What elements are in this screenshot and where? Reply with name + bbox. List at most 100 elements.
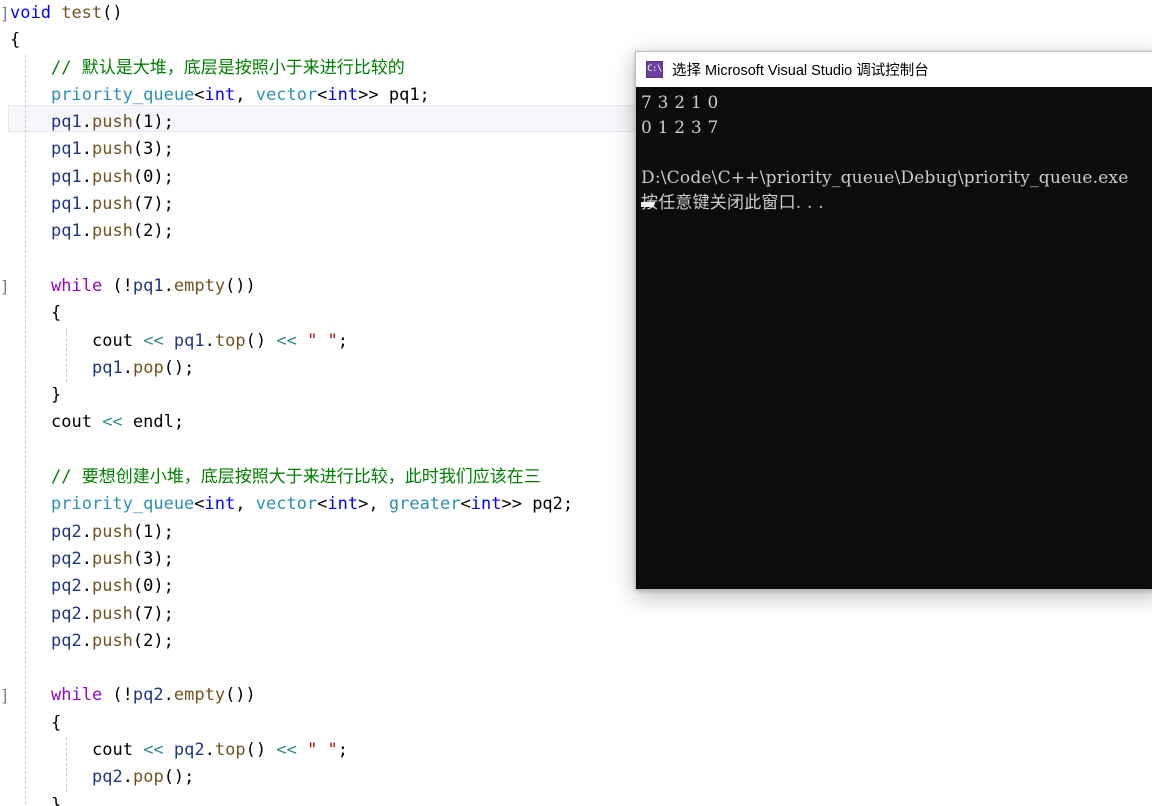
code-token-var: pq1 xyxy=(174,331,205,351)
code-token-var: pq2 xyxy=(51,576,82,596)
code-token-plain: () xyxy=(246,740,277,760)
code-token-var: pq1 xyxy=(51,167,82,187)
code-line-text: cout << pq2.top() << " "; xyxy=(10,740,348,760)
console-output-area[interactable]: 7 3 2 1 00 1 2 3 7 D:\Code\C++\priority_… xyxy=(636,87,1152,589)
code-token-plain: , xyxy=(235,85,255,105)
code-line-text: cout << endl; xyxy=(10,412,184,432)
code-line-text: pq1.push(0); xyxy=(10,167,174,187)
code-token-type: priority_queue xyxy=(51,85,194,105)
code-token-plain: >> pq1; xyxy=(358,85,430,105)
code-token-plain: < xyxy=(194,494,204,514)
code-token-plain: . xyxy=(205,740,215,760)
console-app-icon: C:\ xyxy=(646,61,663,78)
console-output-line: 0 1 2 3 7 xyxy=(639,116,1152,141)
code-token-str: " " xyxy=(307,331,338,351)
console-output-lines: 7 3 2 1 00 1 2 3 7 D:\Code\C++\priority_… xyxy=(639,91,1152,216)
code-token-var: pq1 xyxy=(51,139,82,159)
code-token-plain: ()) xyxy=(225,276,256,296)
code-token-plain: . xyxy=(164,276,174,296)
code-token-str: " " xyxy=(307,740,338,760)
code-token-fn: push xyxy=(92,221,133,241)
code-token-plain: . xyxy=(82,549,92,569)
code-token-plain: < xyxy=(317,494,327,514)
code-line-text: while (!pq2.empty()) xyxy=(10,685,256,705)
code-token-plain: ; xyxy=(338,331,348,351)
code-line[interactable] xyxy=(0,655,1152,682)
code-line-text: pq1.pop(); xyxy=(10,358,194,378)
code-line-text: // 默认是大堆，底层是按照小于来进行比较的 xyxy=(10,58,405,78)
code-line-text: pq2.push(7); xyxy=(10,604,174,624)
code-token-var: pq2 xyxy=(174,740,205,760)
code-token-plain: (1); xyxy=(133,112,174,132)
code-token-plain: . xyxy=(82,221,92,241)
code-token-kw: int xyxy=(471,494,502,514)
code-token-comment: // 默认是大堆，底层是按照小于来进行比较的 xyxy=(51,58,405,78)
code-token-plain: < xyxy=(194,85,204,105)
code-token-fn: push xyxy=(92,522,133,542)
code-line[interactable]: { xyxy=(0,710,1152,737)
code-token-fn: pop xyxy=(133,767,164,787)
code-token-plain: } xyxy=(51,795,61,806)
code-token-ctrl: while xyxy=(51,685,102,705)
code-line-text: pq2.push(1); xyxy=(10,522,174,542)
code-line-text: priority_queue<int, vector<int>, greater… xyxy=(10,494,573,514)
code-line[interactable]: pq2.pop(); xyxy=(0,764,1152,791)
code-token-plain xyxy=(164,331,174,351)
code-token-var: pq2 xyxy=(51,604,82,624)
code-token-plain: (); xyxy=(164,767,195,787)
code-token-var: pq1 xyxy=(51,221,82,241)
code-token-plain: () xyxy=(102,3,122,23)
code-token-type: vector xyxy=(256,85,317,105)
console-output-line: 按任意键关闭此窗口. . . xyxy=(639,191,1152,216)
outline-collapse-icon[interactable]: ] xyxy=(0,273,10,300)
code-token-var: pq1 xyxy=(51,112,82,132)
code-line[interactable]: } xyxy=(0,792,1152,806)
code-line-text: } xyxy=(10,795,61,806)
code-token-plain: , xyxy=(235,494,255,514)
code-token-kw: int xyxy=(205,494,236,514)
code-line-text: { xyxy=(10,30,20,50)
code-token-plain: (0); xyxy=(133,167,174,187)
code-token-plain: . xyxy=(82,604,92,624)
code-token-fn: empty xyxy=(174,276,225,296)
code-line-text: pq1.push(3); xyxy=(10,139,174,159)
code-token-plain: (); xyxy=(164,358,195,378)
debug-console-window[interactable]: C:\ 选择 Microsoft Visual Studio 调试控制台 7 3… xyxy=(635,51,1152,590)
code-token-ctrl: while xyxy=(51,276,102,296)
code-token-fn: push xyxy=(92,631,133,651)
console-output-line xyxy=(639,141,1152,166)
code-token-var: pq2 xyxy=(133,685,164,705)
code-token-op: << xyxy=(143,331,163,351)
code-token-plain: cout xyxy=(51,412,102,432)
code-token-plain: >> pq2; xyxy=(501,494,573,514)
code-token-plain: (1); xyxy=(133,522,174,542)
code-line[interactable]: cout << pq2.top() << " "; xyxy=(0,737,1152,764)
code-token-plain xyxy=(51,3,61,23)
outline-collapse-icon[interactable]: ] xyxy=(0,0,10,27)
code-token-fn: push xyxy=(92,576,133,596)
code-token-plain: . xyxy=(123,767,133,787)
code-token-plain: (0); xyxy=(133,576,174,596)
code-token-plain: . xyxy=(82,631,92,651)
code-token-plain: () xyxy=(246,331,277,351)
code-token-fn: test xyxy=(61,3,102,23)
code-line-text: pq1.push(7); xyxy=(10,194,174,214)
code-token-plain: . xyxy=(82,139,92,159)
code-token-type: vector xyxy=(256,494,317,514)
code-token-var: pq2 xyxy=(51,631,82,651)
code-line-text: { xyxy=(10,713,61,733)
code-token-plain xyxy=(164,740,174,760)
code-line[interactable]: pq2.push(7); xyxy=(0,601,1152,628)
outline-collapse-icon[interactable]: ] xyxy=(0,682,10,709)
code-line-text: pq2.pop(); xyxy=(10,767,194,787)
code-line-text xyxy=(10,658,61,678)
code-token-plain xyxy=(297,331,307,351)
code-line[interactable]: ]while (!pq2.empty()) xyxy=(0,682,1152,709)
code-token-fn: push xyxy=(92,549,133,569)
console-title-bar[interactable]: C:\ 选择 Microsoft Visual Studio 调试控制台 xyxy=(636,52,1152,87)
console-output-line: 7 3 2 1 0 xyxy=(639,91,1152,116)
code-token-plain: >, xyxy=(358,494,389,514)
code-line[interactable]: ]void test() xyxy=(0,0,1152,27)
code-line[interactable]: pq2.push(2); xyxy=(0,628,1152,655)
code-token-plain: . xyxy=(82,576,92,596)
